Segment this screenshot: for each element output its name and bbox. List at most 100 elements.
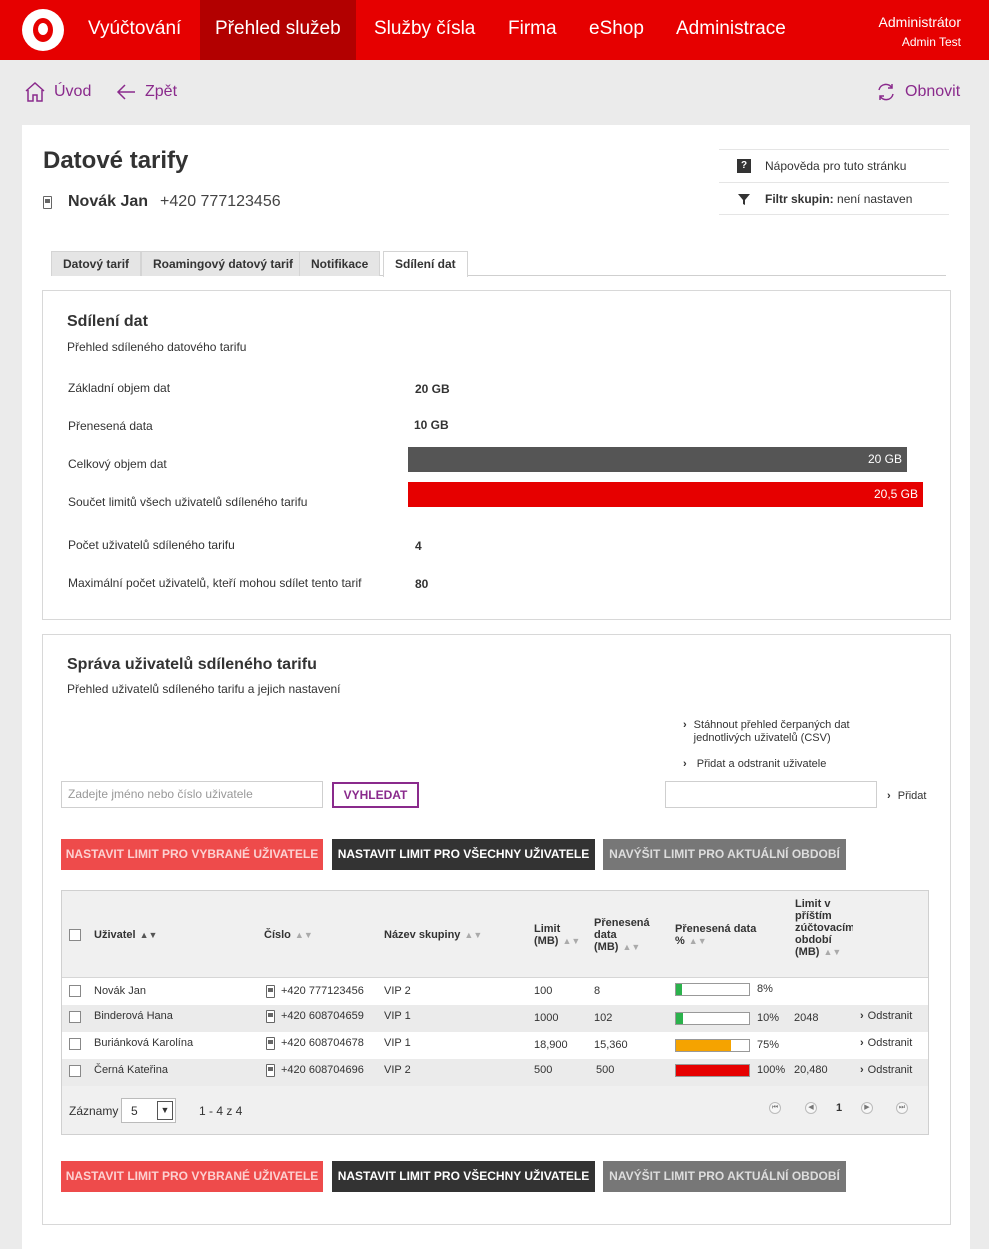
filter-icon	[738, 193, 750, 205]
download-csv-link[interactable]: › Stáhnout přehled čerpaných dat jednotl…	[683, 719, 883, 745]
remove-user-link[interactable]: › Odstranit	[860, 1005, 912, 1032]
remove-user-link[interactable]: › Odstranit	[860, 1032, 912, 1059]
cell-limit: 100	[534, 985, 553, 997]
usage-progress-bar	[675, 1064, 750, 1077]
first-page-icon[interactable]: ⏮	[769, 1102, 781, 1114]
increase-limit-button[interactable]: NAVÝŠIT LIMIT PRO AKTUÁLNÍ OBDOBÍ	[603, 1161, 846, 1192]
col-user[interactable]: Uživatel ▲▼	[94, 929, 157, 941]
chevron-down-icon: ▼	[157, 1101, 173, 1120]
last-page-icon[interactable]: ⏭	[896, 1102, 908, 1114]
nav-item-company[interactable]: Firma	[493, 0, 572, 60]
set-limit-all-button[interactable]: NASTAVIT LIMIT PRO VŠECHNY UŽIVATELE	[332, 1161, 595, 1192]
section-title: Sdílení dat	[67, 313, 148, 330]
add-remove-users-link[interactable]: › Přidat a odstranit uživatele	[683, 758, 826, 771]
tab-data-sharing[interactable]: Sdílení dat	[383, 251, 468, 277]
back-link[interactable]: Zpět	[115, 80, 177, 104]
page-title: Datové tarify	[43, 147, 189, 174]
limits-sum-label: Součet limitů všech uživatelů sdíleného …	[68, 495, 308, 509]
user-name: Novák Jan	[68, 193, 149, 210]
usage-progress-fill	[676, 984, 682, 995]
home-icon	[25, 81, 45, 102]
table-row[interactable]: Buriánková Karolína +420 608704678 VIP 1…	[62, 1032, 928, 1059]
add-user-link[interactable]: › Přidat	[887, 790, 926, 803]
col-number[interactable]: Číslo ▲▼	[264, 929, 313, 941]
add-user-input[interactable]	[665, 781, 877, 808]
section-subtitle: Přehled sdíleného datového tarifu	[67, 340, 247, 354]
nav-item-number-services[interactable]: Služby čísla	[359, 0, 490, 60]
user-search-input[interactable]: Zadejte jméno nebo číslo uživatele	[61, 781, 323, 808]
max-users-label: Maximální počet uživatelů, kteří mohou s…	[68, 576, 362, 590]
nav-item-billing[interactable]: Vyúčtování	[73, 0, 196, 60]
cell-number: +420 608704696	[266, 1059, 364, 1086]
remove-user-link[interactable]: › Odstranit	[860, 1059, 912, 1086]
phone-icon	[266, 984, 275, 998]
user-management-section: Správa uživatelů sdíleného tarifu Přehle…	[42, 634, 951, 1225]
users-count-label: Počet uživatelů sdíleného tarifu	[68, 538, 235, 552]
table-row[interactable]: Novák Jan +420 777123456 VIP 2 100 8 8%	[62, 978, 928, 1005]
row-checkbox[interactable]	[69, 1011, 81, 1023]
chevron-right-icon: ›	[887, 790, 891, 802]
tab-data-tariff[interactable]: Datový tarif	[51, 251, 142, 276]
search-button[interactable]: VYHLEDAT	[332, 782, 419, 808]
next-page-icon[interactable]: ▶	[861, 1102, 873, 1114]
sort-icon: ▲▼	[464, 930, 483, 940]
tab-notifications[interactable]: Notifikace	[299, 251, 381, 276]
cell-group: VIP 1	[384, 1037, 411, 1049]
previous-page-icon[interactable]: ◀	[805, 1102, 817, 1114]
chevron-right-icon: ›	[683, 719, 687, 731]
table-row[interactable]: Binderová Hana +420 608704659 VIP 1 1000…	[62, 1005, 928, 1032]
users-count-value: 4	[415, 539, 422, 553]
usage-progress-fill	[676, 1065, 749, 1076]
download-csv-label: Stáhnout přehled čerpaných dat jednotliv…	[693, 719, 850, 744]
transferred-data-value: 10 GB	[414, 418, 449, 432]
filter-value: není nastaven	[837, 191, 913, 206]
data-sharing-section: Sdílení dat Přehled sdíleného datového t…	[42, 290, 951, 620]
back-label: Zpět	[145, 83, 178, 100]
add-remove-users-label: Přidat a odstranit uživatele	[696, 758, 827, 770]
set-limit-selected-button[interactable]: NASTAVIT LIMIT PRO VYBRANÉ UŽIVATELE	[61, 1161, 323, 1192]
user-menu[interactable]: Administrátor Admin Test	[879, 12, 961, 52]
row-checkbox[interactable]	[69, 1065, 81, 1077]
select-all-checkbox[interactable]	[69, 929, 81, 941]
nav-item-eshop[interactable]: eShop	[574, 0, 659, 60]
user-name: Admin Test	[901, 35, 961, 49]
vodafone-logo-icon[interactable]	[22, 9, 64, 51]
base-data-value: 20 GB	[415, 382, 450, 396]
help-link[interactable]: ? Nápověda pro tuto stránku	[719, 149, 949, 182]
col-next-limit[interactable]: Limit v příštím zúčtovacím období (MB) ▲▼	[795, 898, 853, 958]
table-row[interactable]: Černá Kateřina +420 608704696 VIP 2 500 …	[62, 1059, 928, 1086]
arrow-left-icon	[116, 84, 135, 100]
tab-bar: Datový tarif Roamingový datový tarif Not…	[51, 251, 946, 277]
set-limit-selected-button[interactable]: NASTAVIT LIMIT PRO VYBRANÉ UŽIVATELE	[61, 839, 323, 870]
range-label: 1 - 4 z 4	[199, 1104, 243, 1118]
main-panel: Datové tarify Novák Jan +420 777123456 ?…	[22, 125, 970, 1249]
col-group[interactable]: Název skupiny ▲▼	[384, 929, 482, 941]
home-link[interactable]: Úvod	[24, 80, 91, 104]
nav-item-services-overview[interactable]: Přehled služeb	[200, 0, 356, 60]
question-icon: ?	[737, 159, 751, 173]
page-size-value: 5	[131, 1104, 138, 1118]
add-user-label: Přidat	[897, 790, 927, 802]
current-page[interactable]: 1	[836, 1095, 842, 1122]
set-limit-all-button[interactable]: NASTAVIT LIMIT PRO VŠECHNY UŽIVATELE	[332, 839, 595, 870]
user-info: Novák Jan +420 777123456	[43, 193, 281, 211]
cell-user: Buriánková Karolína	[94, 1037, 194, 1049]
row-checkbox[interactable]	[69, 985, 81, 997]
usage-progress-fill	[676, 1013, 684, 1024]
col-transferred[interactable]: Přenesená data (MB) ▲▼	[594, 917, 664, 953]
group-filter-link[interactable]: Filtr skupin: není nastaven	[719, 182, 949, 215]
col-limit[interactable]: Limit (MB) ▲▼	[534, 923, 589, 947]
increase-limit-button[interactable]: NAVÝŠIT LIMIT PRO AKTUÁLNÍ OBDOBÍ	[603, 839, 846, 870]
cell-number: +420 777123456	[266, 978, 364, 1005]
nav-item-administration[interactable]: Administrace	[661, 0, 801, 60]
page-size-select[interactable]: 5 ▼	[121, 1098, 176, 1123]
usage-progress-bar	[675, 983, 750, 996]
cell-limit: 18,900	[534, 1039, 568, 1051]
row-checkbox[interactable]	[69, 1038, 81, 1050]
cell-group: VIP 2	[384, 1064, 411, 1076]
sub-toolbar: Úvod Zpět Obnovit	[0, 60, 989, 125]
cell-user: Černá Kateřina	[94, 1064, 168, 1076]
refresh-link[interactable]: Obnovit	[875, 80, 960, 104]
tab-roaming-data-tariff[interactable]: Roamingový datový tarif	[141, 251, 306, 276]
col-transferred-pct[interactable]: Přenesená data % ▲▼	[675, 923, 775, 947]
